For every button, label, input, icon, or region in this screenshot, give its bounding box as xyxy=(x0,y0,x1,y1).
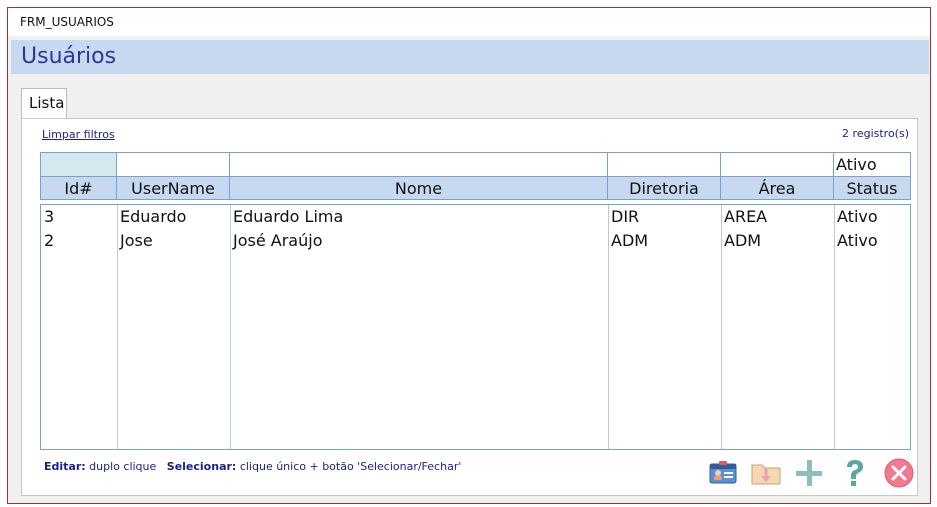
filter-username-input[interactable] xyxy=(116,152,230,177)
column-header-diretoria[interactable]: Diretoria xyxy=(607,176,721,200)
cell-id: 2 xyxy=(44,231,55,250)
close-button[interactable] xyxy=(883,457,915,489)
hint-edit-label: Editar: xyxy=(44,460,86,473)
hint-select-text: clique único + botão 'Selecionar/Fechar' xyxy=(239,460,462,473)
filter-nome-input[interactable] xyxy=(229,152,608,177)
hint-select-label: Selecionar: xyxy=(166,460,237,473)
record-count: 2 registro(s) xyxy=(842,127,909,140)
table-row[interactable]: 3 Eduardo Eduardo Lima DIR AREA Ativo xyxy=(41,207,910,231)
id-card-icon xyxy=(709,461,737,484)
form-caption-bar: FRM_USUARIOS xyxy=(8,8,930,36)
help-button[interactable] xyxy=(838,457,870,489)
cell-id: 3 xyxy=(44,207,55,226)
page-title: Usuários xyxy=(21,44,117,69)
filter-row: Ativo xyxy=(40,152,911,177)
folder-download-icon xyxy=(751,464,781,485)
column-header-row: Id# UserName Nome Diretoria Área Status xyxy=(40,176,911,200)
add-button[interactable] xyxy=(793,457,825,489)
column-header-id[interactable]: Id# xyxy=(40,176,117,200)
table-row[interactable]: 2 Jose José Araújo ADM ADM Ativo xyxy=(41,231,910,255)
filter-id-input[interactable] xyxy=(40,152,117,177)
close-icon xyxy=(884,458,914,488)
clear-filters-link[interactable]: Limpar filtros xyxy=(42,128,115,141)
cell-username: Jose xyxy=(120,231,153,250)
export-button[interactable] xyxy=(750,457,782,489)
cell-nome: José Araújo xyxy=(233,231,323,250)
form-name: FRM_USUARIOS xyxy=(20,15,114,29)
form-window: FRM_USUARIOS Usuários Lista Limpar filtr… xyxy=(7,7,931,504)
column-header-status[interactable]: Status xyxy=(833,176,911,200)
column-header-nome[interactable]: Nome xyxy=(229,176,608,200)
cell-status: Ativo xyxy=(837,207,878,226)
tab-lista[interactable]: Lista xyxy=(21,88,67,119)
cell-area: AREA xyxy=(724,207,768,226)
cell-diretoria: ADM xyxy=(611,231,649,250)
filter-area-input[interactable] xyxy=(720,152,834,177)
list-panel: Limpar filtros 2 registro(s) Ativo Id# U… xyxy=(21,118,918,496)
plus-icon xyxy=(796,460,822,486)
cell-username: Eduardo xyxy=(120,207,187,226)
cell-diretoria: DIR xyxy=(611,207,640,226)
cell-nome: Eduardo Lima xyxy=(233,207,344,226)
cell-area: ADM xyxy=(724,231,762,250)
filter-status-input[interactable]: Ativo xyxy=(833,152,911,177)
filter-diretoria-input[interactable] xyxy=(607,152,721,177)
cell-status: Ativo xyxy=(837,231,878,250)
usage-hint: Editar: duplo clique Selecionar: clique … xyxy=(44,460,461,473)
column-header-area[interactable]: Área xyxy=(720,176,834,200)
id-card-button[interactable] xyxy=(707,457,739,489)
grid-body: 3 Eduardo Eduardo Lima DIR AREA Ativo 2 … xyxy=(40,204,911,450)
column-header-username[interactable]: UserName xyxy=(116,176,230,200)
help-icon xyxy=(847,460,863,486)
hint-edit-text: duplo clique xyxy=(89,460,157,473)
form-header: Usuários xyxy=(11,40,929,74)
